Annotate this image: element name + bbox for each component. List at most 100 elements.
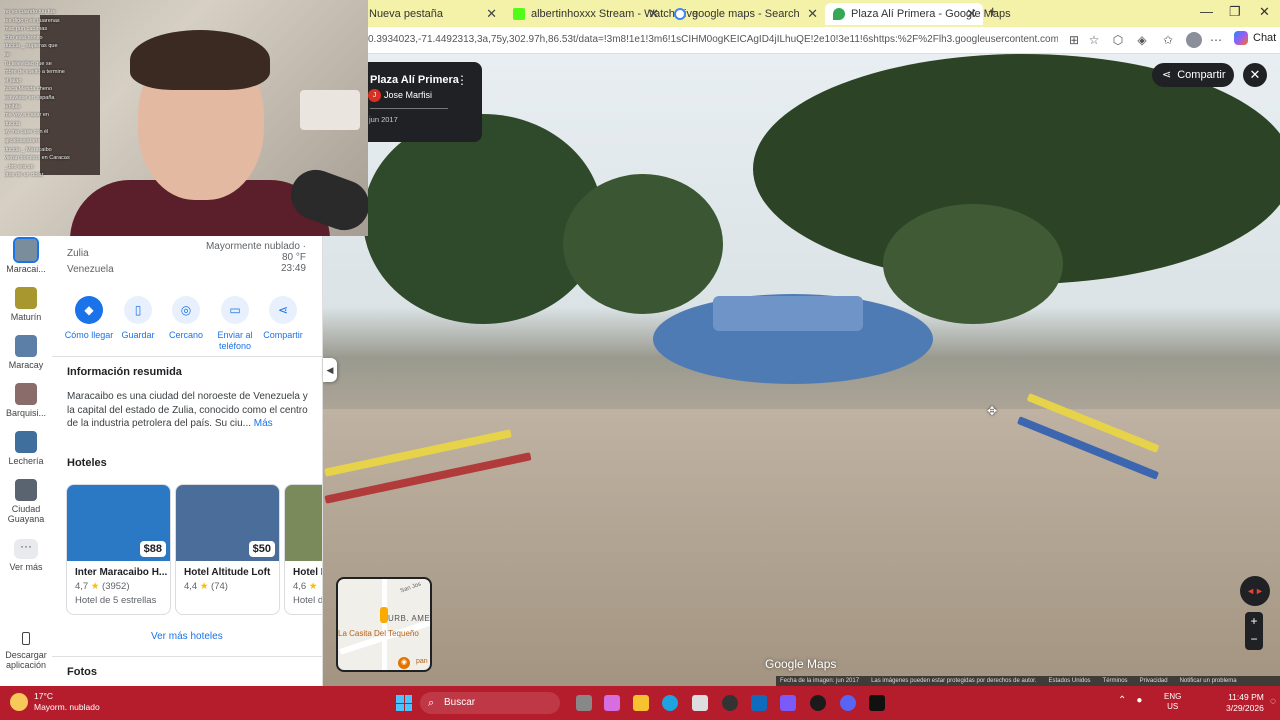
fountain-top [713,296,863,331]
tab-google-maps[interactable]: Plaza Alí Primera - Google Maps ✕ [825,3,1011,25]
footer-country[interactable]: Estados Unidos [1049,676,1091,686]
rail-item-maracaibo[interactable]: Maracai... [2,237,50,274]
directions-button[interactable]: ◆ Cómo llegar [62,296,116,341]
footer-privacy[interactable]: Privacidad [1140,676,1168,686]
place-thumbnail [15,383,37,405]
rail-item-barquisimeto[interactable]: Barquisi... [2,383,50,418]
footer-terms[interactable]: Términos [1103,676,1128,686]
share-button[interactable]: ⋖ Compartir [256,296,310,341]
hotel-rating: 4,4 ★ (74) [176,578,279,592]
more-hotels-link[interactable]: Ver más hoteles [151,631,223,642]
copilot-icon [1234,31,1248,45]
map-road [382,579,387,670]
more-dots-icon: ··· [14,539,38,559]
discord-icon[interactable] [840,695,856,711]
store-icon[interactable] [692,695,708,711]
close-icon[interactable]: ✕ [648,6,659,22]
url-field[interactable]: 0.3934023,-71.4492313,3a,75y,302.97h,86.… [368,34,1058,45]
rail-item-lecheria[interactable]: Lechería [2,431,50,466]
minimize-icon[interactable]: — [1200,4,1213,19]
more-link[interactable]: Más [254,418,273,429]
rail-item-ciudad-guayana[interactable]: Ciudad Guayana [2,479,50,524]
more-menu-icon[interactable]: ⋯ [1208,32,1224,48]
taskbar-search[interactable]: ⌕ Buscar [420,692,560,714]
task-view-icon[interactable] [576,695,592,711]
nearby-button[interactable]: ◎ Cercano [159,296,213,341]
obs-icon[interactable] [810,695,826,711]
close-icon[interactable]: ✕ [486,6,497,22]
hotel-price: $88 [139,541,166,557]
hotel-card[interactable]: Hotel H 4,6 ★ Hotel d [284,484,322,615]
clock[interactable]: 11:49 PM 3/29/2026 [1226,692,1264,714]
summary-text: Maracaibo es una ciudad del noroeste de … [67,390,312,431]
chevron-up-icon[interactable]: ⌃ [1118,695,1126,706]
profile-avatar-icon[interactable] [1186,32,1202,48]
hotel-name: Inter Maracaibo H... [75,567,168,578]
bookmark-icon: ▯ [124,296,152,324]
directions-icon: ◆ [75,296,103,324]
chat-line: duccia _ supieras que [4,43,58,50]
rail-item-ver-mas[interactable]: ··· Ver más [2,539,50,572]
webcam-person-hair [130,30,270,90]
zoom-out-icon[interactable]: − [1245,630,1263,648]
mini-map[interactable]: San Jos URB. AME La Casita Del Tequeño ◉… [336,577,432,672]
chat-line: ajicalbasjatahe [4,137,41,144]
notification-bell-icon[interactable]: ◌ [1270,696,1278,708]
edge-icon[interactable] [662,695,678,711]
collapse-panel-button[interactable]: ◀ [323,358,337,382]
app-icon[interactable] [780,695,796,711]
map-area-label: URB. AME [388,614,431,623]
language-indicator[interactable]: ENG US [1164,692,1181,712]
close-icon[interactable]: ✕ [966,6,977,22]
download-app-button[interactable]: Descargar aplicación [2,632,50,670]
volume-icon[interactable] [1208,696,1220,708]
divider [52,356,322,357]
search-label: Buscar [444,697,476,708]
rail-item-maturin[interactable]: Maturín [2,287,50,322]
street-view-panorama[interactable] [323,54,1280,686]
action-label: Cercano [168,330,204,340]
footer-report[interactable]: Notificar un problema [1180,676,1237,686]
tiktok-icon[interactable] [869,695,885,711]
file-explorer-icon[interactable] [633,695,649,711]
wifi-icon[interactable] [1192,696,1204,708]
maximize-icon[interactable]: ❐ [1229,4,1241,20]
chat-line: el jalao [4,77,22,84]
apps-icon[interactable]: ⊞ [1066,32,1082,48]
star-icon: ★ [199,581,209,592]
hotel-card[interactable]: $88 Inter Maracaibo H... 4,7 ★ (3952) Ho… [66,484,171,615]
place-country: Venezuela [67,264,114,275]
copilot-icon[interactable] [604,695,620,711]
tab-search[interactable]: google maps - Search ✕ [666,3,824,25]
close-icon[interactable]: ✕ [807,6,818,22]
share-street-view-button[interactable]: ⋖ Compartir [1152,63,1234,87]
hotel-card[interactable]: $50 Hotel Altitude Loft 4,4 ★ (74) [175,484,280,615]
clock-date: 3/29/2026 [1226,703,1264,713]
download-label: Descargar aplicación [5,650,47,670]
favorites-icon[interactable]: ✩ [1160,32,1176,48]
share-icon: ⋖ [269,296,297,324]
compass-icon[interactable]: ◄► [1240,576,1270,606]
extensions-icon[interactable]: ⬡ [1110,32,1126,48]
mail-icon[interactable] [751,695,767,711]
star-icon[interactable]: ☆ [1086,32,1102,48]
author-name[interactable]: Jose Marfisi [384,90,432,100]
send-to-phone-button[interactable]: ▭ Enviar al teléfono [208,296,262,352]
window-close-icon[interactable]: ✕ [1259,4,1270,20]
app-icon[interactable] [722,695,738,711]
copilot-sidebar-icon[interactable]: ◈ [1134,32,1150,48]
more-vert-icon[interactable]: ⋮ [456,73,468,87]
close-street-view-button[interactable]: ✕ [1243,63,1267,87]
rail-item-maracay[interactable]: Maracay [2,335,50,370]
zoom-in-icon[interactable]: + [1245,612,1263,630]
windows-start-icon[interactable] [396,695,412,711]
tab-stream[interactable]: albertinhoxxx Stream - Watch Live ✕ [505,3,698,25]
taskbar-weather[interactable]: 17°C Mayorm. nublado [10,691,100,713]
new-tab-icon[interactable]: + [988,4,997,22]
microphone-icon[interactable]: ● [1136,695,1142,706]
weather-icon [10,693,28,711]
save-button[interactable]: ▯ Guardar [111,296,165,341]
chat-button[interactable]: Chat [1234,31,1276,45]
place-thumbnail [15,335,37,357]
streamer-webcam-overlay: no vo cuando tuu fue tes digo q es guaren… [0,0,368,236]
